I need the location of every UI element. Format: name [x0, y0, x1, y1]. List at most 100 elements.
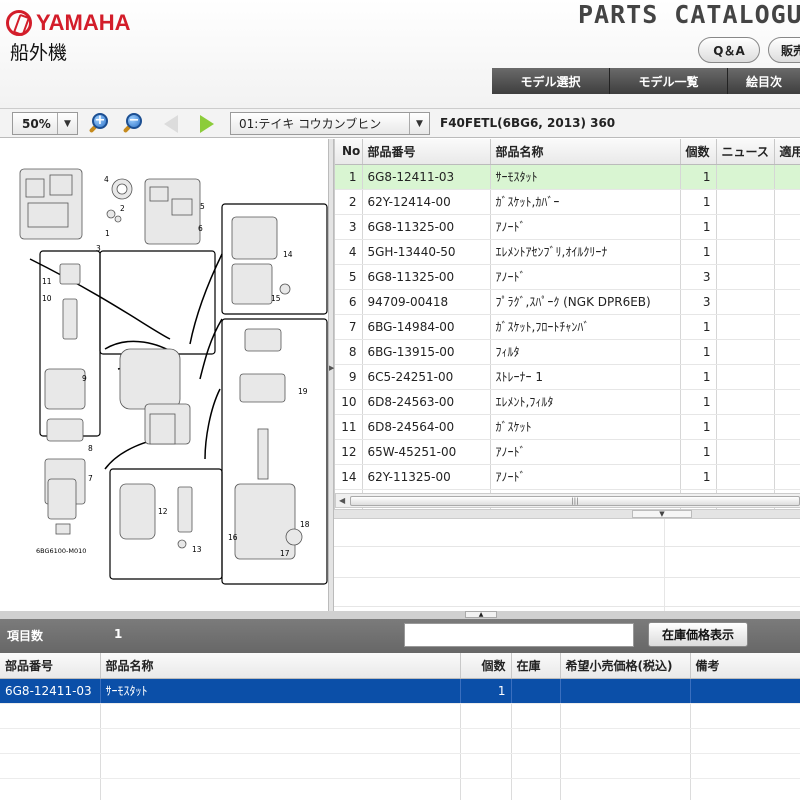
svg-text:4: 4 — [104, 175, 109, 184]
col-part-name[interactable]: 部品名称 — [490, 139, 681, 165]
table-row[interactable]: 4 5GH-13440-50 ｴﾚﾒﾝﾄｱｾﾝﾌﾞﾘ,ｵｲﾙｸﾘｰﾅ 1 — [335, 239, 800, 265]
cell-applicability — [774, 439, 800, 465]
nav-model-select[interactable]: モデル選択 — [492, 68, 610, 94]
nav-model-list[interactable]: モデル一覧 — [610, 68, 728, 94]
search-input[interactable] — [404, 623, 634, 647]
collapse-down-icon[interactable]: ▼ — [632, 510, 692, 518]
cell-part-name: ｶﾞｽｹｯﾄ,ﾌﾛｰﾄﾁｬﾝﾊﾞ — [490, 314, 681, 340]
cell-qty: 3 — [680, 264, 717, 290]
cell-part-number: 6G8-11325-00 — [362, 214, 491, 240]
stock-price-button[interactable]: 在庫価格表示 — [648, 622, 748, 647]
zoom-select[interactable]: 50% ▼ — [12, 112, 78, 135]
cell-news — [716, 214, 775, 240]
cell-news — [716, 389, 775, 415]
cell-part-number: 62Y-11325-00 — [362, 464, 491, 490]
previous-arrow-icon[interactable] — [164, 115, 178, 133]
cell-no: 4 — [335, 239, 363, 265]
cell-retail-price — [560, 678, 691, 704]
col-part-number[interactable]: 部品番号 — [0, 653, 101, 679]
table-row[interactable]: 14 62Y-11325-00 ｱﾉｰﾄﾞ 1 — [335, 464, 800, 490]
table-row[interactable]: 5 6G8-11325-00 ｱﾉｰﾄﾞ 3 — [335, 264, 800, 290]
cell-qty: 1 — [680, 339, 717, 365]
scroll-left-icon[interactable]: ◀ — [339, 496, 345, 505]
cell-applicability — [774, 164, 800, 190]
splitter-arrow-icon[interactable]: ▶ — [329, 364, 334, 372]
collapse-up-icon[interactable]: ▲ — [465, 611, 497, 618]
col-no[interactable]: No — [335, 139, 363, 165]
col-stock[interactable]: 在庫 — [511, 653, 561, 679]
table-row[interactable]: 11 6D8-24564-00 ｶﾞｽｹｯﾄ 1 — [335, 414, 800, 440]
cell-news — [716, 339, 775, 365]
qa-button[interactable]: Q＆A — [698, 37, 760, 63]
svg-text:19: 19 — [298, 387, 308, 396]
col-part-name[interactable]: 部品名称 — [100, 653, 461, 679]
col-news[interactable]: ニュース — [716, 139, 775, 165]
cell-qty: 1 — [460, 678, 512, 704]
parts-horizontal-scrollbar[interactable]: ◀ ||| — [335, 493, 800, 508]
svg-text:10: 10 — [42, 294, 52, 303]
table-row[interactable]: 8 6BG-13915-00 ﾌｨﾙﾀ 1 — [335, 339, 800, 365]
cell-part-name: ｱﾉｰﾄﾞ — [490, 464, 681, 490]
cell-news — [716, 239, 775, 265]
cell-part-name: ｽﾄﾚｰﾅｰ 1 — [490, 364, 681, 390]
zoom-in-icon[interactable]: + — [88, 112, 112, 136]
nav-illustration-index[interactable]: 絵目次 — [728, 68, 800, 94]
cell-no: 2 — [335, 189, 363, 215]
section-select[interactable]: 01:テイキ コウカンブヒン ▼ — [230, 112, 430, 135]
viewer-toolbar: 50% ▼ + − 01:テイキ コウカンブヒン ▼ F40FETL(6BG6,… — [0, 108, 800, 138]
scroll-thumb[interactable]: ||| — [350, 496, 800, 506]
svg-text:7: 7 — [88, 474, 93, 483]
cell-no: 12 — [335, 439, 363, 465]
table-row[interactable]: 10 6D8-24563-00 ｴﾚﾒﾝﾄ,ﾌｨﾙﾀ 1 — [335, 389, 800, 415]
cell-qty: 1 — [680, 164, 717, 190]
part-detail-pane — [334, 519, 800, 611]
svg-text:17: 17 — [280, 549, 290, 558]
cell-no: 11 — [335, 414, 363, 440]
cell-qty: 1 — [680, 189, 717, 215]
col-remarks[interactable]: 備考 — [690, 653, 800, 679]
table-row[interactable]: 6G8-12411-03 ｻｰﾓｽﾀｯﾄ 1 — [0, 678, 800, 704]
col-applicability[interactable]: 適用 — [774, 139, 800, 165]
parts-splitter[interactable]: ▼ — [334, 509, 800, 519]
sales-button[interactable]: 販売 — [768, 37, 800, 63]
cell-applicability — [774, 189, 800, 215]
table-row[interactable]: 6 94709-00418 ﾌﾟﾗｸﾞ,ｽﾊﾟｰｸ (NGK DPR6EB) 3 — [335, 289, 800, 315]
table-row[interactable]: 9 6C5-24251-00 ｽﾄﾚｰﾅｰ 11 — [335, 364, 800, 390]
order-table-header: 部品番号 部品名称 個数 在庫 希望小売価格(税込) 備考 — [0, 653, 800, 679]
brand-name: YAMAHA — [36, 10, 131, 35]
yamaha-logo[interactable]: YAMAHA — [6, 10, 131, 36]
col-qty[interactable]: 個数 — [680, 139, 717, 165]
table-row[interactable]: 12 65W-45251-00 ｱﾉｰﾄﾞ 1 — [335, 439, 800, 465]
product-category-title: 船外機 — [10, 42, 68, 64]
cell-news — [716, 164, 775, 190]
exploded-diagram[interactable]: 1 2 3 4 5 6 7 8 9 10 11 12 13 14 15 16 1… — [0, 139, 330, 594]
zoom-out-icon[interactable]: − — [122, 112, 146, 136]
cell-part-name: ｶﾞｽｹｯﾄ,ｶﾊﾞｰ — [490, 189, 681, 215]
table-row[interactable]: 1 6G8-12411-03 ｻｰﾓｽﾀｯﾄ 1 — [335, 164, 800, 190]
cell-qty: 3 — [680, 289, 717, 315]
table-row[interactable]: 7 6BG-14984-00 ｶﾞｽｹｯﾄ,ﾌﾛｰﾄﾁｬﾝﾊﾞ 1 — [335, 314, 800, 340]
cell-qty: 1 — [680, 214, 717, 240]
cell-qty: 1 — [680, 414, 717, 440]
cell-applicability — [774, 239, 800, 265]
table-row[interactable]: 3 6G8-11325-00 ｱﾉｰﾄﾞ 1 — [335, 214, 800, 240]
model-info: F40FETL(6BG6, 2013) 360 — [440, 116, 616, 130]
cell-part-name: ﾌｨﾙﾀ — [490, 339, 681, 365]
cell-news — [716, 414, 775, 440]
horizontal-splitter[interactable]: ▲ — [0, 611, 800, 619]
col-retail-price[interactable]: 希望小売価格(税込) — [560, 653, 691, 679]
cell-no: 1 — [335, 164, 363, 190]
col-part-number[interactable]: 部品番号 — [362, 139, 491, 165]
svg-text:3: 3 — [96, 244, 101, 253]
parts-diagram-svg: 1 2 3 4 5 6 7 8 9 10 11 12 13 14 15 16 1… — [19, 168, 328, 585]
cell-qty: 1 — [680, 364, 717, 390]
cell-part-name: ｻｰﾓｽﾀｯﾄ — [490, 164, 681, 190]
item-count-label: 項目数 — [7, 629, 44, 643]
col-qty[interactable]: 個数 — [460, 653, 512, 679]
order-info-bar: 項目数 1 在庫価格表示 — [0, 619, 800, 653]
svg-text:13: 13 — [192, 545, 202, 554]
cell-part-name: ｴﾚﾒﾝﾄｱｾﾝﾌﾞﾘ,ｵｲﾙｸﾘｰﾅ — [490, 239, 681, 265]
next-arrow-icon[interactable] — [200, 115, 214, 133]
table-row[interactable]: 2 62Y-12414-00 ｶﾞｽｹｯﾄ,ｶﾊﾞｰ 1 — [335, 189, 800, 215]
svg-text:12: 12 — [158, 507, 168, 516]
